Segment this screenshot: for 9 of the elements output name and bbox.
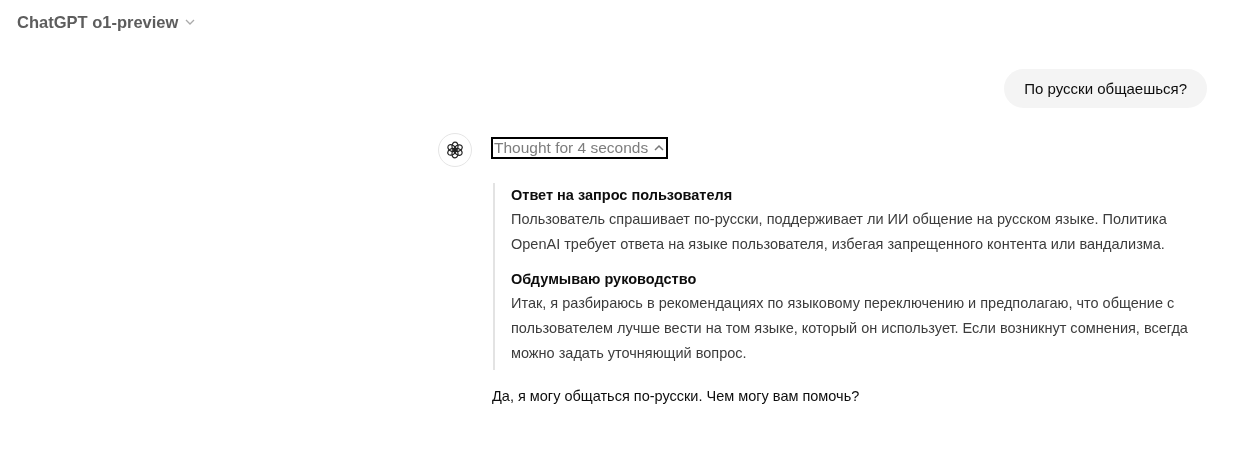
step-title: Ответ на запрос пользователя bbox=[511, 186, 734, 205]
user-message: По русски общаешься? bbox=[1004, 69, 1207, 108]
step-text: Пользователь спрашивает по-русски, поддерживает ли ИИ общение на русском языке. Политика OpenAI требует ответа на языке пользователя, избегая запрещенного контента или вандализма. bbox=[511, 210, 1168, 254]
step-title: Обдумываю руководство bbox=[511, 270, 698, 289]
model-selector[interactable]: ChatGPT o1-preview bbox=[17, 12, 197, 32]
step-text: Итак, я разбираюсь в рекомендациях по языковому переключению и предполагаю, что общение с пользователем лучше вести на том языке, который он использует. Если возникнут сомнения, всегда можно задать уточняющий вопрос. bbox=[511, 294, 1189, 363]
thought-toggle[interactable]: Thought for 4 seconds bbox=[493, 139, 667, 157]
assistant-message: Да, я могу общаться по-русски. Чем могу вам помочь? bbox=[492, 387, 861, 406]
knot-logo-icon bbox=[446, 141, 464, 159]
